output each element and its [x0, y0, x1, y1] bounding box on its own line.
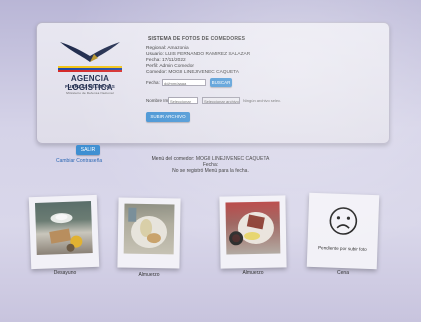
- meal-photo: [34, 201, 93, 255]
- brand-subtitle: FUERZAS MILITARES: [65, 84, 115, 89]
- agency-logo: AGENCIA LOGISTICA FUERZAS MILITARES Mini…: [52, 38, 128, 110]
- search-button[interactable]: BUSCAR: [210, 78, 232, 87]
- sad-face-icon: [329, 207, 358, 235]
- plate-graphic: [49, 213, 83, 252]
- wings-icon: [60, 42, 120, 62]
- upload-button[interactable]: SUBIR ARCHIVO: [146, 112, 190, 122]
- meal-photo: [123, 203, 175, 255]
- meal-label: Cena: [337, 270, 349, 276]
- meal-label: Almuerzo: [138, 272, 160, 278]
- meal-photo: [225, 201, 281, 255]
- profile-info: Perfil: Admin Comedor: [146, 64, 194, 69]
- pending-photo-text: Pendiente por subir foto: [317, 245, 367, 252]
- plate-graphic: [128, 207, 168, 249]
- choose-file-button[interactable]: Seleccionar archivo: [202, 97, 240, 104]
- meal-card-lunch-2[interactable]: [219, 195, 287, 269]
- meal-label: Desayuno: [53, 270, 77, 276]
- date-label: Fecha:: [146, 80, 160, 85]
- image-name-select[interactable]: Seleccionar: [168, 97, 198, 104]
- file-status-text: Ningún archivo selec.: [243, 98, 282, 103]
- dining-hall-info: Comedor: MOGII LINEJIVENEC CAQUETA: [146, 70, 239, 75]
- meal-card-dinner[interactable]: Pendiente por subir foto: [306, 192, 380, 270]
- brand-tagline: Ministerio de Defensa Nacional: [66, 91, 114, 95]
- menu-notice: No se registró Menú para la fecha.: [172, 168, 249, 174]
- flag-stripe: [58, 66, 122, 72]
- page-title: SISTEMA DE FOTOS DE COMEDORES: [148, 36, 246, 42]
- plate-graphic: [229, 211, 274, 246]
- meal-card-lunch[interactable]: [117, 197, 181, 269]
- date-info: Fecha: 17/11/2022: [146, 58, 186, 63]
- date-input[interactable]: dd/mm/aaaa: [162, 79, 206, 86]
- meal-card-breakfast[interactable]: [28, 194, 100, 270]
- meal-label: Almuerzo: [242, 270, 264, 276]
- regional-info: Regional: Amazonia: [146, 46, 189, 51]
- user-info: Usuario: LUIS FERNANDO RAMIREZ SALAZAR: [146, 52, 251, 57]
- exit-button[interactable]: SALIR: [76, 145, 100, 155]
- brand-name: AGENCIA LOGISTICA: [67, 74, 113, 92]
